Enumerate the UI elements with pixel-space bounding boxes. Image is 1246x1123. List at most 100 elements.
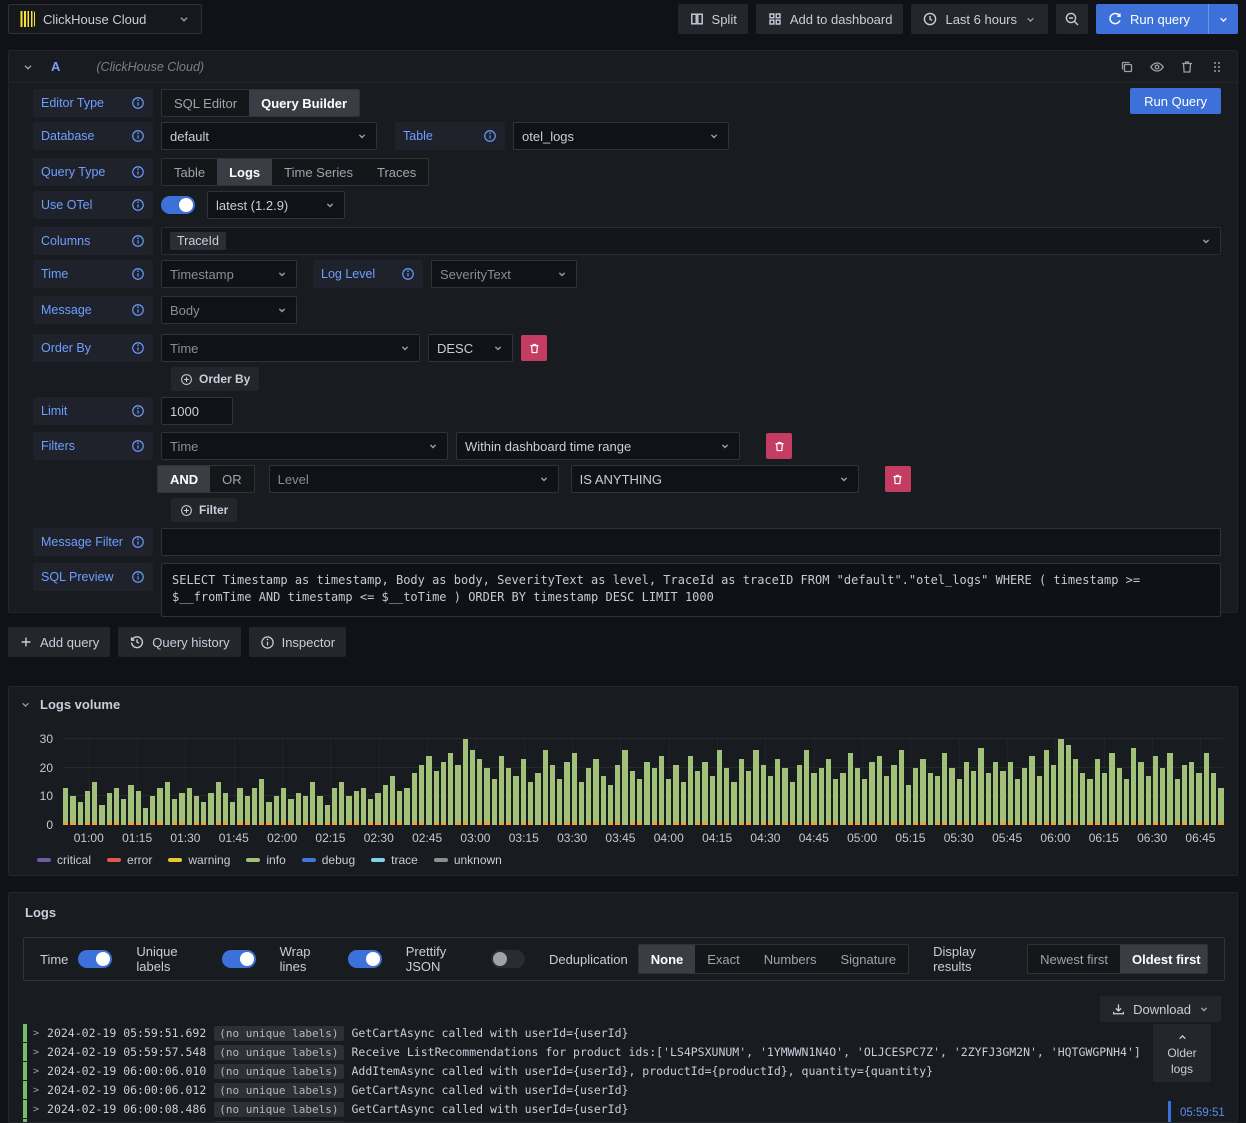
- info-icon[interactable]: [131, 404, 145, 418]
- remove-filter2-button[interactable]: [884, 466, 911, 492]
- prettify-json-toggle[interactable]: [490, 950, 525, 968]
- conjunction-and[interactable]: AND: [158, 466, 211, 492]
- log-row[interactable]: >2024-02-19 06:00:18.663(no unique label…: [23, 1119, 1167, 1122]
- dedup-exact[interactable]: Exact: [695, 945, 752, 973]
- download-button[interactable]: Download: [1100, 996, 1221, 1022]
- display-newest-first[interactable]: Newest first: [1028, 945, 1120, 973]
- limit-input[interactable]: [161, 397, 233, 425]
- query-history-button[interactable]: Query history: [118, 627, 241, 657]
- expand-chevron-icon[interactable]: >: [33, 1085, 39, 1096]
- info-icon[interactable]: [131, 198, 145, 212]
- info-icon[interactable]: [131, 165, 145, 179]
- query-type-time-series[interactable]: Time Series: [272, 159, 365, 185]
- wrap-lines-toggle[interactable]: [347, 950, 382, 968]
- add-query-button[interactable]: Add query: [8, 627, 111, 657]
- legend-item-critical[interactable]: critical: [37, 853, 91, 867]
- message-column-select[interactable]: Body: [161, 296, 297, 324]
- conjunction-or[interactable]: OR: [210, 466, 254, 492]
- hide-query-eye-icon[interactable]: [1149, 59, 1165, 75]
- time-range-picker[interactable]: Last 6 hours: [911, 4, 1049, 34]
- volume-bar: [142, 739, 149, 825]
- legend-item-debug[interactable]: debug: [301, 853, 355, 867]
- otel-version-select[interactable]: latest (1.2.9): [207, 191, 345, 219]
- order-by-direction-select[interactable]: DESC: [428, 334, 513, 362]
- legend-swatch: [433, 858, 448, 862]
- log-level-column-select[interactable]: SeverityText: [431, 260, 577, 288]
- message-filter-input[interactable]: [161, 528, 1221, 556]
- table-select[interactable]: otel_logs: [513, 122, 729, 150]
- filter-operator-select[interactable]: Within dashboard time range: [456, 432, 740, 460]
- collapse-chevron-icon[interactable]: [19, 698, 32, 711]
- log-row[interactable]: >2024-02-19 05:59:51.692 (no unique label…: [23, 1024, 1167, 1042]
- use-otel-toggle[interactable]: [161, 196, 195, 214]
- column-tag[interactable]: TraceId: [170, 232, 226, 250]
- expand-chevron-icon[interactable]: >: [33, 1066, 39, 1077]
- deduplication-toggle: None Exact Numbers Signature: [637, 944, 910, 974]
- query-type-logs[interactable]: Logs: [217, 159, 273, 185]
- expand-chevron-icon[interactable]: >: [33, 1047, 39, 1058]
- info-icon[interactable]: [131, 570, 145, 584]
- zoom-out-button[interactable]: [1056, 4, 1089, 34]
- log-row[interactable]: >2024-02-19 06:00:06.010 (no unique label…: [23, 1062, 1167, 1080]
- inspector-button[interactable]: Inspector: [248, 627, 347, 657]
- older-logs-button[interactable]: Older logs: [1153, 1024, 1211, 1082]
- run-query-caret[interactable]: [1208, 4, 1238, 34]
- editor-type-query-builder[interactable]: Query Builder: [249, 90, 360, 116]
- order-by-field-select[interactable]: Time: [161, 334, 420, 362]
- time-column-select[interactable]: Timestamp: [161, 260, 297, 288]
- legend-item-trace[interactable]: trace: [371, 853, 418, 867]
- dedup-none[interactable]: None: [638, 945, 696, 973]
- run-query-main[interactable]: Run query: [1096, 4, 1201, 34]
- info-icon[interactable]: [131, 267, 145, 281]
- log-row[interactable]: >2024-02-19 06:00:08.486 (no unique label…: [23, 1100, 1167, 1118]
- filter-field-select[interactable]: Time: [161, 432, 448, 460]
- time-toggle[interactable]: [78, 950, 113, 968]
- datasource-picker[interactable]: ClickHouse Cloud: [8, 4, 202, 34]
- info-icon[interactable]: [131, 129, 145, 143]
- legend-item-info[interactable]: info: [246, 853, 286, 867]
- log-row[interactable]: >2024-02-19 05:59:57.548 (no unique label…: [23, 1043, 1167, 1061]
- volume-bar: [971, 739, 977, 825]
- dedup-numbers[interactable]: Numbers: [752, 945, 829, 973]
- add-filter-button[interactable]: Filter: [171, 498, 238, 522]
- database-select[interactable]: default: [161, 122, 377, 150]
- columns-multiselect[interactable]: TraceId: [161, 227, 1221, 255]
- remove-filter-button[interactable]: [766, 433, 792, 459]
- run-query-split-button[interactable]: Run query: [1096, 4, 1238, 34]
- legend-item-warning[interactable]: warning: [168, 853, 230, 867]
- query-ref-id[interactable]: A: [51, 59, 60, 74]
- expand-chevron-icon[interactable]: >: [33, 1028, 39, 1039]
- log-row[interactable]: >2024-02-19 06:00:06.012 (no unique label…: [23, 1081, 1167, 1099]
- add-to-dashboard-button[interactable]: Add to dashboard: [755, 4, 904, 34]
- add-order-by-button[interactable]: Order By: [171, 367, 260, 391]
- info-icon[interactable]: [131, 341, 145, 355]
- expand-chevron-icon[interactable]: >: [33, 1104, 39, 1115]
- dedup-signature[interactable]: Signature: [829, 945, 909, 973]
- delete-query-trash-icon[interactable]: [1179, 59, 1195, 75]
- info-icon[interactable]: [401, 267, 415, 281]
- editor-type-sql-editor[interactable]: SQL Editor: [162, 90, 249, 116]
- split-button[interactable]: Split: [677, 4, 748, 34]
- info-icon[interactable]: [131, 234, 145, 248]
- filter2-operator-select[interactable]: IS ANYTHING: [570, 465, 859, 493]
- info-icon[interactable]: [131, 439, 145, 453]
- info-icon[interactable]: [131, 535, 145, 549]
- query-type-traces[interactable]: Traces: [365, 159, 428, 185]
- display-oldest-first[interactable]: Oldest first: [1120, 945, 1208, 973]
- explore-actions: Add query Query history Inspector: [8, 627, 347, 657]
- unique-labels-toggle[interactable]: [221, 950, 256, 968]
- volume-bar: [128, 739, 134, 825]
- duplicate-query-icon[interactable]: [1119, 59, 1135, 75]
- log-labels-badge: (no unique labels): [214, 1101, 344, 1117]
- collapse-chevron-icon[interactable]: [21, 60, 35, 74]
- volume-bar: [1014, 739, 1021, 825]
- remove-order-by-button[interactable]: [521, 335, 547, 361]
- query-type-table[interactable]: Table: [162, 159, 217, 185]
- drag-handle-icon[interactable]: [1209, 59, 1225, 75]
- info-icon[interactable]: [131, 96, 145, 110]
- info-icon[interactable]: [483, 129, 497, 143]
- info-icon[interactable]: [131, 303, 145, 317]
- filter2-field-select[interactable]: Level: [268, 465, 559, 493]
- legend-item-error[interactable]: error: [107, 853, 152, 867]
- legend-item-unknown[interactable]: unknown: [433, 853, 502, 867]
